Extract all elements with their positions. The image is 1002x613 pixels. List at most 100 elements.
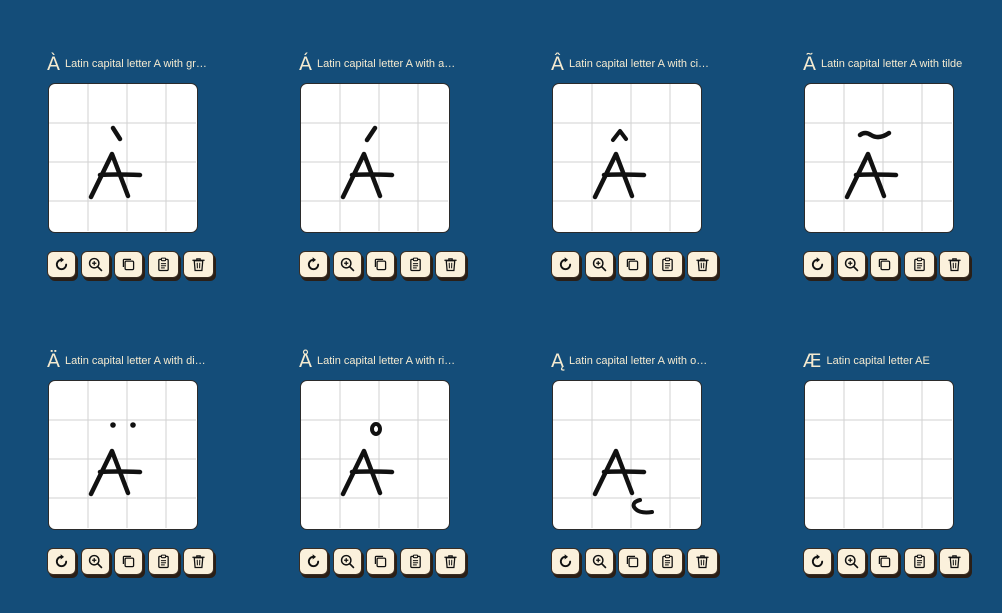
zoom-in-button[interactable] bbox=[80, 548, 110, 575]
glyph-header: Á Latin capital letter A with a… bbox=[299, 52, 479, 76]
paste-icon bbox=[155, 553, 172, 570]
glyph-cell: À Latin capital letter A with gr… bbox=[47, 52, 227, 292]
glyph-cell: Ą Latin capital letter A with o… bbox=[551, 349, 731, 589]
handwritten-glyph bbox=[844, 130, 899, 200]
reset-button[interactable] bbox=[803, 251, 832, 278]
glyph-name: Latin capital letter A with o… bbox=[569, 355, 708, 367]
drawing-canvas[interactable] bbox=[300, 380, 450, 530]
glyph-grid: À Latin capital letter A with gr… Á Latin c… bbox=[0, 0, 1002, 613]
copy-button[interactable] bbox=[870, 251, 899, 278]
copy-button[interactable] bbox=[618, 251, 647, 278]
zoom-in-button[interactable] bbox=[332, 548, 362, 575]
drawing-canvas[interactable] bbox=[804, 380, 954, 530]
copy-button[interactable] bbox=[114, 251, 143, 278]
paste-icon bbox=[659, 256, 676, 273]
paste-button[interactable] bbox=[147, 548, 179, 575]
delete-button[interactable] bbox=[939, 251, 970, 278]
zoom-in-button[interactable] bbox=[80, 251, 110, 278]
glyph-name: Latin capital letter A with gr… bbox=[65, 58, 207, 70]
reset-button[interactable] bbox=[47, 251, 76, 278]
trash-icon bbox=[694, 256, 711, 273]
canvas-toolbar bbox=[551, 251, 723, 283]
glyph-header: Ą Latin capital letter A with o… bbox=[551, 349, 731, 373]
paste-icon bbox=[911, 256, 928, 273]
zoom-in-icon bbox=[339, 553, 356, 570]
paste-icon bbox=[155, 256, 172, 273]
canvas-grid bbox=[49, 381, 196, 528]
paste-button[interactable] bbox=[651, 251, 683, 278]
reset-icon bbox=[809, 256, 826, 273]
copy-button[interactable] bbox=[618, 548, 647, 575]
copy-icon bbox=[624, 256, 641, 273]
paste-button[interactable] bbox=[399, 548, 431, 575]
canvas-toolbar bbox=[47, 251, 219, 283]
reset-icon bbox=[557, 553, 574, 570]
canvas-grid bbox=[805, 84, 952, 231]
reset-button[interactable] bbox=[803, 548, 832, 575]
glyph-cell: Æ Latin capital letter AE bbox=[803, 349, 983, 589]
reset-button[interactable] bbox=[551, 548, 580, 575]
paste-button[interactable] bbox=[903, 548, 935, 575]
glyph-character: Æ bbox=[803, 350, 822, 372]
copy-button[interactable] bbox=[114, 548, 143, 575]
copy-icon bbox=[624, 553, 641, 570]
drawing-canvas[interactable] bbox=[552, 380, 702, 530]
glyph-cell: Ã Latin capital letter A with tilde bbox=[803, 52, 983, 292]
trash-icon bbox=[190, 256, 207, 273]
reset-button[interactable] bbox=[47, 548, 76, 575]
paste-button[interactable] bbox=[903, 251, 935, 278]
canvas-toolbar bbox=[803, 251, 975, 283]
paste-icon bbox=[911, 553, 928, 570]
zoom-in-icon bbox=[843, 256, 860, 273]
copy-icon bbox=[876, 553, 893, 570]
glyph-character: Â bbox=[551, 53, 564, 75]
canvas-grid bbox=[553, 381, 700, 528]
reset-button[interactable] bbox=[299, 548, 328, 575]
glyph-character: Ä bbox=[47, 350, 60, 372]
zoom-in-button[interactable] bbox=[836, 548, 866, 575]
drawing-canvas[interactable] bbox=[300, 83, 450, 233]
drawing-canvas[interactable] bbox=[552, 83, 702, 233]
glyph-character: Ã bbox=[803, 53, 816, 75]
canvas-grid bbox=[49, 84, 196, 231]
handwritten-glyph bbox=[592, 129, 647, 200]
reset-icon bbox=[53, 553, 70, 570]
zoom-in-button[interactable] bbox=[584, 548, 614, 575]
delete-button[interactable] bbox=[183, 548, 214, 575]
glyph-name: Latin capital letter A with ri… bbox=[317, 355, 456, 367]
canvas-grid bbox=[301, 84, 448, 231]
paste-button[interactable] bbox=[147, 251, 179, 278]
reset-icon bbox=[809, 553, 826, 570]
canvas-grid bbox=[301, 381, 448, 528]
zoom-in-icon bbox=[591, 553, 608, 570]
copy-button[interactable] bbox=[870, 548, 899, 575]
delete-button[interactable] bbox=[183, 251, 214, 278]
trash-icon bbox=[946, 553, 963, 570]
delete-button[interactable] bbox=[687, 251, 718, 278]
copy-button[interactable] bbox=[366, 251, 395, 278]
copy-icon bbox=[372, 256, 389, 273]
paste-icon bbox=[407, 553, 424, 570]
copy-icon bbox=[876, 256, 893, 273]
reset-icon bbox=[53, 256, 70, 273]
delete-button[interactable] bbox=[435, 251, 466, 278]
delete-button[interactable] bbox=[687, 548, 718, 575]
zoom-in-button[interactable] bbox=[836, 251, 866, 278]
glyph-name: Latin capital letter AE bbox=[826, 355, 930, 367]
glyph-character: Á bbox=[299, 53, 312, 75]
delete-button[interactable] bbox=[939, 548, 970, 575]
copy-icon bbox=[120, 256, 137, 273]
reset-button[interactable] bbox=[299, 251, 328, 278]
drawing-canvas[interactable] bbox=[48, 380, 198, 530]
reset-button[interactable] bbox=[551, 251, 580, 278]
zoom-in-button[interactable] bbox=[584, 251, 614, 278]
copy-button[interactable] bbox=[366, 548, 395, 575]
drawing-canvas[interactable] bbox=[804, 83, 954, 233]
drawing-canvas[interactable] bbox=[48, 83, 198, 233]
paste-button[interactable] bbox=[399, 251, 431, 278]
zoom-in-icon bbox=[87, 553, 104, 570]
paste-button[interactable] bbox=[651, 548, 683, 575]
zoom-in-button[interactable] bbox=[332, 251, 362, 278]
copy-icon bbox=[120, 553, 137, 570]
delete-button[interactable] bbox=[435, 548, 466, 575]
